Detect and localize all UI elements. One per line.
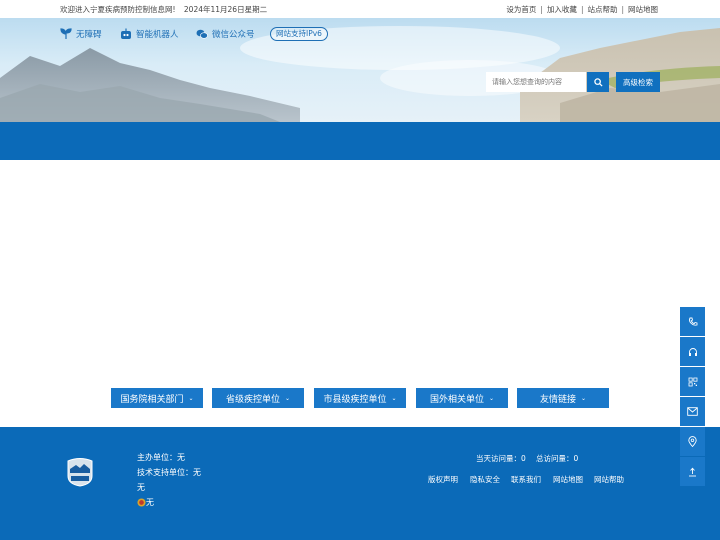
mountain-landscape-image <box>0 26 720 122</box>
main-nav-bar <box>0 122 720 160</box>
search-input[interactable] <box>486 72 586 92</box>
ipv6-badge: 网站支持IPv6 <box>270 27 328 41</box>
set-homepage-link[interactable]: 设为首页 <box>506 5 536 14</box>
wechat-label: 微信公众号 <box>212 30 255 40</box>
welcome-text: 欢迎进入宁夏疾病预防控制信息网! 2024年11月26日星期二 <box>60 4 273 15</box>
total-visits: 总访问量：0 <box>536 454 579 463</box>
back-to-top-icon <box>689 467 696 476</box>
site-map-link[interactable]: 网站地图 <box>628 5 658 14</box>
smart-robot-label: 智能机器人 <box>136 30 179 40</box>
police-emblem-icon <box>137 498 146 507</box>
phone-button[interactable] <box>680 307 705 336</box>
accessibility-leaf-icon <box>60 28 72 39</box>
advanced-search-button[interactable]: 高级检索 <box>616 72 660 92</box>
search-icon <box>593 77 603 87</box>
accessibility-link[interactable]: 无障碍 <box>60 27 102 41</box>
chevron-down-icon: ⌄ <box>391 394 397 402</box>
robot-icon <box>121 28 131 39</box>
related-links-bar: 国务院相关部门 ⌄ 省级疾控单位 ⌄ 市县级疾控单位 ⌄ 国外相关单位 ⌄ 友情链接 ⌄ <box>0 388 720 408</box>
dropdown-label: 国务院相关部门 <box>120 394 184 405</box>
back-to-top-button[interactable] <box>680 457 705 486</box>
headset-icon <box>688 347 697 356</box>
wechat-icon <box>196 29 208 39</box>
icp-record-text: 无 <box>137 483 145 492</box>
separator: | <box>580 5 584 14</box>
today-visits: 当天访问量：0 <box>476 454 526 463</box>
footer: 主办单位：无 技术支持单位：无 无 无 当天访问量：0 总访问量：0 版权声明 … <box>0 427 720 540</box>
police-record[interactable]: 无 <box>137 497 154 508</box>
smart-robot-link[interactable]: 智能机器人 <box>120 27 179 41</box>
welcome-message: 欢迎进入宁夏疾病预防控制信息网! <box>60 5 176 14</box>
chevron-down-icon: ⌄ <box>188 394 194 402</box>
state-council-dropdown[interactable]: 国务院相关部门 ⌄ <box>111 388 203 408</box>
dropdown-label: 市县级疾控单位 <box>323 394 387 405</box>
search-button[interactable] <box>587 72 609 92</box>
footer-help-link[interactable]: 网站帮助 <box>594 474 624 485</box>
wechat-link[interactable]: 微信公众号 <box>196 27 255 41</box>
separator: | <box>621 5 624 14</box>
top-links: 设为首页 | 加入收藏 | 站点帮助 | 网站地图 <box>506 4 658 15</box>
qrcode-button[interactable] <box>680 367 705 396</box>
copyright-link[interactable]: 版权声明 <box>428 474 458 485</box>
mail-button[interactable] <box>680 397 705 426</box>
friendly-links-dropdown[interactable]: 友情链接 ⌄ <box>517 388 609 408</box>
chevron-down-icon: ⌄ <box>284 394 291 402</box>
qrcode-icon <box>688 377 697 386</box>
public-institution-logo[interactable] <box>66 457 94 487</box>
add-favorite-link[interactable]: 加入收藏 <box>547 5 577 14</box>
police-record-text: 无 <box>146 498 154 507</box>
mail-icon <box>687 407 698 416</box>
location-icon <box>688 436 697 447</box>
phone-icon <box>688 317 697 326</box>
city-county-cdc-dropdown[interactable]: 市县级疾控单位 ⌄ <box>314 388 406 408</box>
privacy-link[interactable]: 隐私安全 <box>470 474 500 485</box>
chevron-down-icon: ⌄ <box>488 394 495 402</box>
location-button[interactable] <box>680 427 705 456</box>
site-help-link[interactable]: 站点帮助 <box>587 5 617 14</box>
accessibility-label: 无障碍 <box>76 30 102 40</box>
header-banner: 无障碍 智能机器人 微信公众号 网站支持IPv6 高级检索 <box>0 18 720 122</box>
customer-service-button[interactable] <box>680 337 705 366</box>
dropdown-label: 国外相关单位 <box>429 394 484 405</box>
footer-sitemap-link[interactable]: 网站地图 <box>553 474 583 485</box>
dropdown-label: 友情链接 <box>539 394 576 405</box>
separator: | <box>540 5 543 14</box>
provincial-cdc-dropdown[interactable]: 省级疾控单位 ⌄ <box>212 388 304 408</box>
dropdown-label: 省级疾控单位 <box>225 394 280 405</box>
contact-link[interactable]: 联系我们 <box>511 474 541 485</box>
host-unit-text: 主办单位：无 <box>137 453 185 462</box>
tech-support-text: 技术支持单位：无 <box>137 468 201 477</box>
foreign-units-dropdown[interactable]: 国外相关单位 ⌄ <box>416 388 508 408</box>
top-bar: 欢迎进入宁夏疾病预防控制信息网! 2024年11月26日星期二 设为首页 | 加入收… <box>0 0 720 18</box>
side-float-toolbar <box>680 307 705 487</box>
current-date: 2024年11月26日星期二 <box>183 5 268 14</box>
chevron-down-icon: ⌄ <box>580 394 587 402</box>
